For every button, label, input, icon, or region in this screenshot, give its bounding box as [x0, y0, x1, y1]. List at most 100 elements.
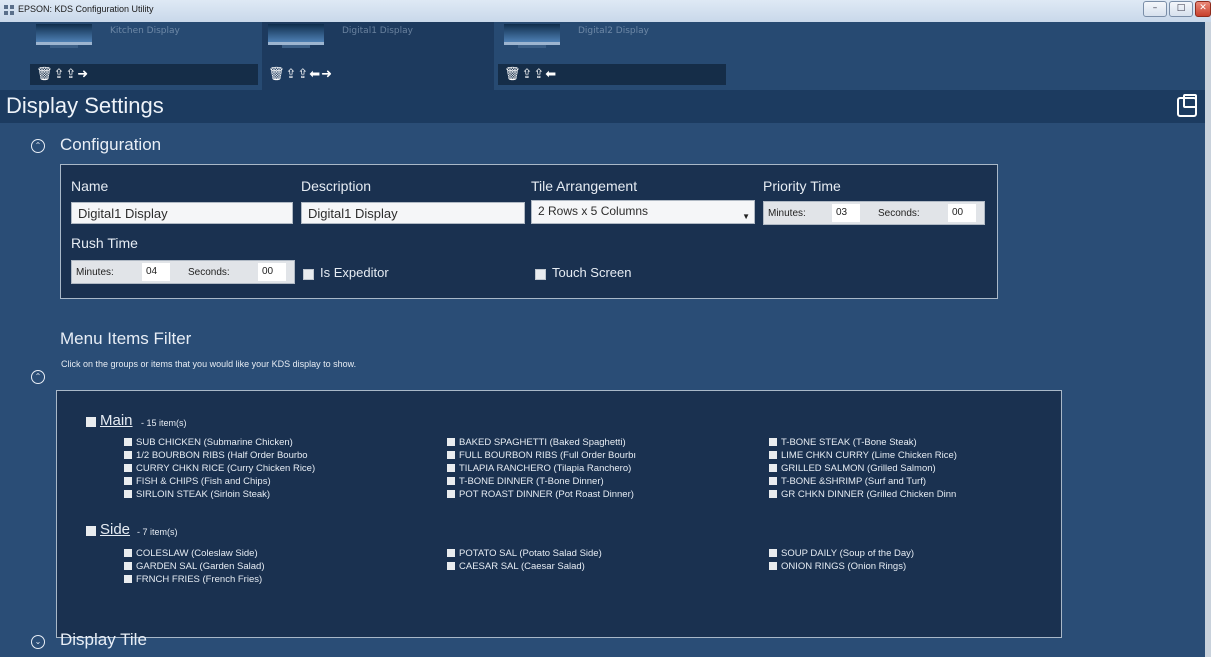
copy-icon[interactable]: [1177, 94, 1197, 117]
expeditor-label: Is Expeditor: [320, 265, 389, 280]
priority-minutes-label: Minutes:: [768, 208, 806, 219]
display-card-digital1[interactable]: Digital1 Display 🗑⇪⇪⬅➜: [262, 22, 494, 90]
display-actions[interactable]: 🗑⇪⇪➜: [30, 64, 258, 85]
window-edge: [1205, 22, 1211, 657]
display-card-kitchen[interactable]: Kitchen Display 🗑⇪⇪➜: [30, 22, 258, 90]
menu-item[interactable]: SIRLOIN STEAK (Sirloin Steak): [124, 489, 270, 500]
title-bar: EPSON: KDS Configuration Utility – □ ✕: [0, 0, 1211, 23]
display-name: Digital1 Display: [342, 26, 413, 36]
item-checkbox[interactable]: [769, 562, 777, 570]
menu-item[interactable]: FISH & CHIPS (Fish and Chips): [124, 476, 271, 487]
item-checkbox[interactable]: [124, 575, 132, 583]
rush-seconds-input[interactable]: 00: [258, 263, 286, 281]
display-actions[interactable]: 🗑⇪⇪⬅: [498, 64, 726, 85]
touch-screen-checkbox[interactable]: [535, 269, 546, 280]
app-icon: [4, 5, 14, 15]
settings-content: ⌃ Configuration Name Digital1 Display De…: [0, 123, 1205, 657]
menu-item[interactable]: CURRY CHKN RICE (Curry Chicken Rice): [124, 463, 315, 474]
menu-item[interactable]: GR CHKN DINNER (Grilled Chicken Dinn: [769, 489, 956, 500]
monitor-icon: [504, 24, 560, 45]
display-actions[interactable]: 🗑⇪⇪⬅➜: [262, 64, 494, 85]
rush-time-field: Minutes: 04 Seconds: 00: [71, 260, 295, 284]
menu-item[interactable]: TILAPIA RANCHERO (Tilapia Ranchero): [447, 463, 631, 474]
name-input[interactable]: Digital1 Display: [71, 202, 293, 224]
item-checkbox[interactable]: [124, 451, 132, 459]
item-checkbox[interactable]: [447, 464, 455, 472]
chevron-down-icon: ▼: [742, 212, 750, 221]
item-checkbox[interactable]: [124, 464, 132, 472]
rush-time-label: Rush Time: [71, 235, 138, 251]
item-checkbox[interactable]: [124, 549, 132, 557]
menu-filter-subtitle: Click on the groups or items that you wo…: [61, 359, 357, 369]
group-checkbox-side[interactable]: [86, 526, 96, 536]
menu-item[interactable]: SOUP DAILY (Soup of the Day): [769, 548, 914, 559]
menu-filter-title: Menu Items Filter: [60, 329, 192, 348]
menu-item[interactable]: POTATO SAL (Potato Salad Side): [447, 548, 602, 559]
priority-time-field: Minutes: 03 Seconds: 00: [763, 201, 985, 225]
item-checkbox[interactable]: [769, 490, 777, 498]
menu-item[interactable]: T-BONE DINNER (T-Bone Dinner): [447, 476, 604, 487]
configuration-panel: Name Digital1 Display Description Digita…: [60, 164, 998, 299]
item-checkbox[interactable]: [124, 562, 132, 570]
menu-item[interactable]: GRILLED SALMON (Grilled Salmon): [769, 463, 936, 474]
menu-item[interactable]: 1/2 BOURBON RIBS (Half Order Bourbo: [124, 450, 308, 461]
menu-item[interactable]: FRNCH FRIES (French Fries): [124, 574, 262, 585]
item-checkbox[interactable]: [447, 451, 455, 459]
group-checkbox-main[interactable]: [86, 417, 96, 427]
close-button[interactable]: ✕: [1195, 1, 1211, 17]
group-name-main[interactable]: Main: [100, 412, 133, 429]
menu-item[interactable]: LIME CHKN CURRY (Lime Chicken Rice): [769, 450, 957, 461]
page-title: Display Settings: [6, 93, 164, 118]
item-checkbox[interactable]: [769, 438, 777, 446]
menu-item[interactable]: SUB CHICKEN (Submarine Chicken): [124, 437, 293, 448]
menu-item[interactable]: FULL BOURBON RIBS (Full Order Bourbı: [447, 450, 636, 461]
expeditor-checkbox[interactable]: [303, 269, 314, 280]
display-card-digital2[interactable]: Digital2 Display 🗑⇪⇪⬅: [498, 22, 726, 90]
item-checkbox[interactable]: [769, 464, 777, 472]
display-list: Kitchen Display 🗑⇪⇪➜ Digital1 Display 🗑⇪…: [0, 22, 1205, 90]
item-checkbox[interactable]: [447, 549, 455, 557]
description-label: Description: [301, 178, 372, 194]
item-checkbox[interactable]: [124, 477, 132, 485]
configuration-title: Configuration: [60, 135, 162, 154]
priority-minutes-input[interactable]: 03: [832, 204, 860, 222]
item-checkbox[interactable]: [769, 477, 777, 485]
item-checkbox[interactable]: [447, 477, 455, 485]
item-checkbox[interactable]: [769, 451, 777, 459]
priority-seconds-input[interactable]: 00: [948, 204, 976, 222]
tile-arrangement-label: Tile Arrangement: [531, 178, 638, 194]
rush-minutes-input[interactable]: 04: [142, 263, 170, 281]
collapse-icon[interactable]: ⌃: [31, 139, 45, 153]
rush-minutes-label: Minutes:: [76, 267, 114, 278]
collapse-icon[interactable]: ⌃: [31, 370, 45, 384]
tile-arrangement-select[interactable]: 2 Rows x 5 Columns ▼: [531, 200, 755, 224]
main-area: Kitchen Display 🗑⇪⇪➜ Digital1 Display 🗑⇪…: [0, 22, 1205, 657]
menu-item[interactable]: T-BONE STEAK (T-Bone Steak): [769, 437, 917, 448]
monitor-icon: [268, 24, 324, 45]
menu-item[interactable]: BAKED SPAGHETTI (Baked Spaghetti): [447, 437, 626, 448]
menu-item[interactable]: GARDEN SAL (Garden Salad): [124, 561, 264, 572]
menu-item[interactable]: POT ROAST DINNER (Pot Roast Dinner): [447, 489, 634, 500]
item-checkbox[interactable]: [769, 549, 777, 557]
item-checkbox[interactable]: [447, 562, 455, 570]
display-name: Digital2 Display: [578, 26, 649, 36]
item-checkbox[interactable]: [447, 438, 455, 446]
touch-screen-label: Touch Screen: [552, 265, 632, 280]
item-checkbox[interactable]: [447, 490, 455, 498]
item-checkbox[interactable]: [124, 438, 132, 446]
menu-item[interactable]: COLESLAW (Coleslaw Side): [124, 548, 258, 559]
display-name: Kitchen Display: [110, 26, 180, 36]
group-count-main: - 15 item(s): [141, 418, 187, 428]
maximize-button[interactable]: □: [1169, 1, 1193, 17]
minimize-button[interactable]: –: [1143, 1, 1167, 17]
item-checkbox[interactable]: [124, 490, 132, 498]
menu-item[interactable]: ONION RINGS (Onion Rings): [769, 561, 906, 572]
menu-item[interactable]: CAESAR SAL (Caesar Salad): [447, 561, 585, 572]
display-tile-title: Display Tile: [60, 630, 147, 649]
priority-seconds-label: Seconds:: [878, 208, 920, 219]
description-input[interactable]: Digital1 Display: [301, 202, 525, 224]
name-label: Name: [71, 178, 109, 194]
menu-item[interactable]: T-BONE &SHRIMP (Surf and Turf): [769, 476, 926, 487]
expand-icon[interactable]: ⌄: [31, 635, 45, 649]
group-name-side[interactable]: Side: [100, 521, 130, 538]
